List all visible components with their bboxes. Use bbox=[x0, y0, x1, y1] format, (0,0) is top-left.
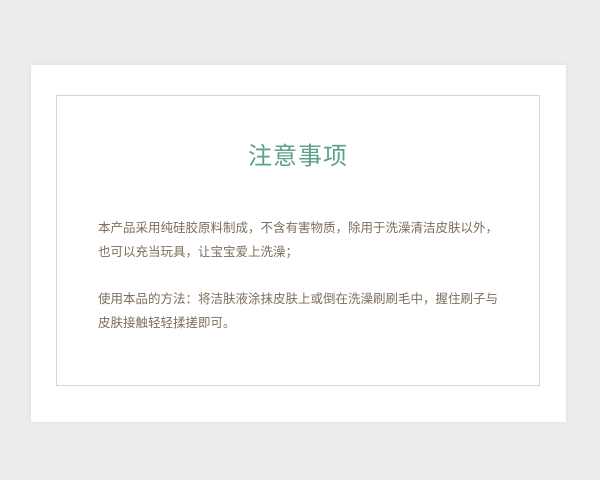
notice-card: 注意事项 本产品采用纯硅胶原料制成，不含有害物质，除用于洗澡清洁皮肤以外，也可以… bbox=[31, 65, 566, 422]
notice-title: 注意事项 bbox=[248, 142, 348, 170]
notice-frame: 注意事项 本产品采用纯硅胶原料制成，不含有害物质，除用于洗澡清洁皮肤以外，也可以… bbox=[56, 95, 540, 386]
notice-paragraph-usage: 使用本品的方法：将洁肤液涂抹皮肤上或倒在洗澡刷刷毛中，握住刷子与皮肤接触轻轻揉搓… bbox=[98, 291, 499, 330]
notice-paragraph-description: 本产品采用纯硅胶原料制成，不含有害物质，除用于洗澡清洁皮肤以外，也可以充当玩具，… bbox=[98, 220, 499, 259]
